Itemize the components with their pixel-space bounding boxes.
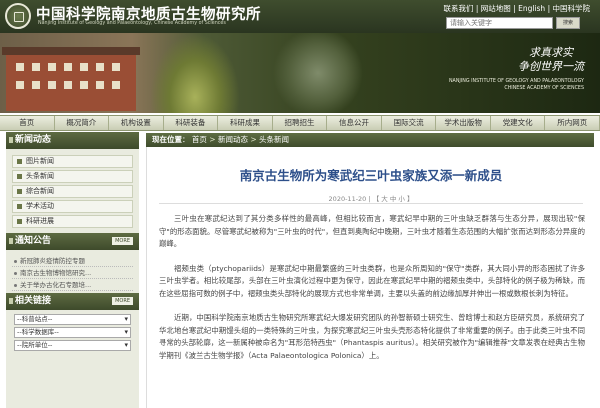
banner-english-line-1: NANJING INSTITUTE OF GEOLOGY AND PALAEON… [448,79,584,84]
breadcrumb-headlines[interactable]: 头条新闻 [259,135,289,144]
banner-english-name: NANJING INSTITUTE OF GEOLOGY AND PALAEON… [449,78,584,92]
sidebar: 新闻动态 图片新闻 头条新闻 综合新闻 学术活动 科研进展 通知公告 MORE … [6,132,139,408]
news-heading: 新闻动态 [6,132,139,149]
toplink-separator: | [513,4,516,13]
slogan-line-2: 争创世界一流 [518,60,584,73]
notice-heading: 通知公告 MORE [6,233,139,250]
institute-units-select[interactable]: --院所单位-- [14,340,131,351]
breadcrumb-separator: > [250,135,257,144]
breadcrumb-home[interactable]: 首页 [192,135,207,144]
meta-separator: | [368,195,371,203]
notice-item[interactable]: 南京古生物博物馆研究... [12,267,133,279]
article-paragraph: 褶颊虫类（ptychopariids）是寒武纪中期最繁盛的三叶虫类群，也是众所周… [159,263,585,298]
sidebar-item-general-news[interactable]: 综合新闻 [12,185,133,198]
banner-english-line-2: CHINESE ACADEMY OF SCIENCES [504,86,584,91]
plant-fossil-image [150,33,240,113]
toplink-separator: | [547,4,551,13]
sidebar-item-research-progress[interactable]: 科研进展 [12,215,133,228]
breadcrumb: 现在位置： 首页 > 新闻动态 > 头条新闻 [146,133,594,147]
nav-item-organization[interactable]: 机构设置 [109,116,164,130]
nav-item-intranet[interactable]: 所内网页 [545,116,600,130]
article-paragraph: 近期，中国科学院南京地质古生物研究所寒武纪大爆发研究团队的孙智新硕士研究生、曾晗… [159,313,585,360]
nav-item-info-disclosure[interactable]: 信息公开 [327,116,382,130]
breadcrumb-news[interactable]: 新闻动态 [218,135,248,144]
links-more-button[interactable]: MORE [112,297,133,305]
notice-list: 新冠肺炎疫情防控专题 南京古生物博物馆研究... 关于举办古化石专题培... [6,250,139,293]
breadcrumb-label: 现在位置 [152,135,182,144]
site-header: 中国科学院南京地质古生物研究所 Nanjing Institute of Geo… [0,0,600,33]
notice-item[interactable]: 关于举办古化石专题培... [12,279,133,291]
nav-item-party-culture[interactable]: 党建文化 [491,116,546,130]
banner-slogan: 求真求实 争创世界一流 [518,46,584,74]
toplink-contact[interactable]: 联系我们 [443,4,473,13]
science-database-select[interactable]: --科学数据库-- [14,327,131,338]
main-nav: 首页 概况简介 机构设置 科研装备 科研成果 招聘招生 信息公开 国际交流 学术… [0,115,600,131]
science-sites-select[interactable]: --科普站点-- [14,314,131,325]
article-body: 三叶虫在寒武纪达到了其分类多样性的最高峰，但相比较而言，寒武纪早中期的三叶虫缺乏… [159,213,585,374]
notice-heading-label: 通知公告 [15,236,52,246]
nav-item-recruitment[interactable]: 招聘招生 [273,116,328,130]
fossil-circle-image [268,33,368,113]
sidebar-item-headline-news[interactable]: 头条新闻 [12,170,133,183]
article-date: 2020-11-20 [328,195,367,203]
links-heading-label: 相关链接 [15,296,52,306]
toplink-separator: | [475,4,479,13]
nav-item-equipment[interactable]: 科研装备 [164,116,219,130]
article-paragraph: 三叶虫在寒武纪达到了其分类多样性的最高峰，但相比较而言，寒武纪早中期的三叶虫缺乏… [159,214,585,248]
sidebar-item-academic-activity[interactable]: 学术活动 [12,200,133,213]
related-links: --科普站点-- --科学数据库-- --院所单位-- [6,310,139,351]
notice-more-button[interactable]: MORE [112,237,133,245]
font-size-switcher[interactable]: 【 大 中 小 】 [373,195,414,203]
article-panel: 南京古生物所为寒武纪三叶虫家族又添一新成员 2020-11-20 | 【 大 中… [146,147,594,408]
search-input[interactable] [446,17,553,29]
title-divider [159,203,583,204]
links-heading: 相关链接 MORE [6,293,139,310]
top-links: 联系我们 | 网站地图 | English | 中国科学院 [443,3,590,14]
slogan-line-1: 求真求实 [529,46,573,59]
site-subtitle: Nanjing Institute of Geology and Palaeon… [38,21,226,26]
breadcrumb-separator: > [209,135,216,144]
banner: 求真求实 争创世界一流 NANJING INSTITUTE OF GEOLOGY… [0,33,600,113]
nav-item-overview[interactable]: 概况简介 [55,116,110,130]
nav-item-home[interactable]: 首页 [0,116,55,130]
nav-item-achievements[interactable]: 科研成果 [218,116,273,130]
search-button[interactable]: 搜索 [556,17,580,29]
article-title: 南京古生物所为寒武纪三叶虫家族又添一新成员 [239,168,503,183]
toplink-english[interactable]: English [518,4,545,13]
cas-logo-icon[interactable] [5,3,31,29]
nav-item-publications[interactable]: 学术出版物 [436,116,491,130]
toplink-cas[interactable]: 中国科学院 [553,4,591,13]
institute-building-image [2,47,140,111]
toplink-sitemap[interactable]: 网站地图 [481,4,511,13]
news-category-list: 图片新闻 头条新闻 综合新闻 学术活动 科研进展 [6,149,139,233]
nav-item-international[interactable]: 国际交流 [382,116,437,130]
article-meta: 2020-11-20 | 【 大 中 小 】 [147,193,595,203]
notice-item[interactable]: 新冠肺炎疫情防控专题 [12,255,133,267]
sidebar-item-photo-news[interactable]: 图片新闻 [12,155,133,168]
